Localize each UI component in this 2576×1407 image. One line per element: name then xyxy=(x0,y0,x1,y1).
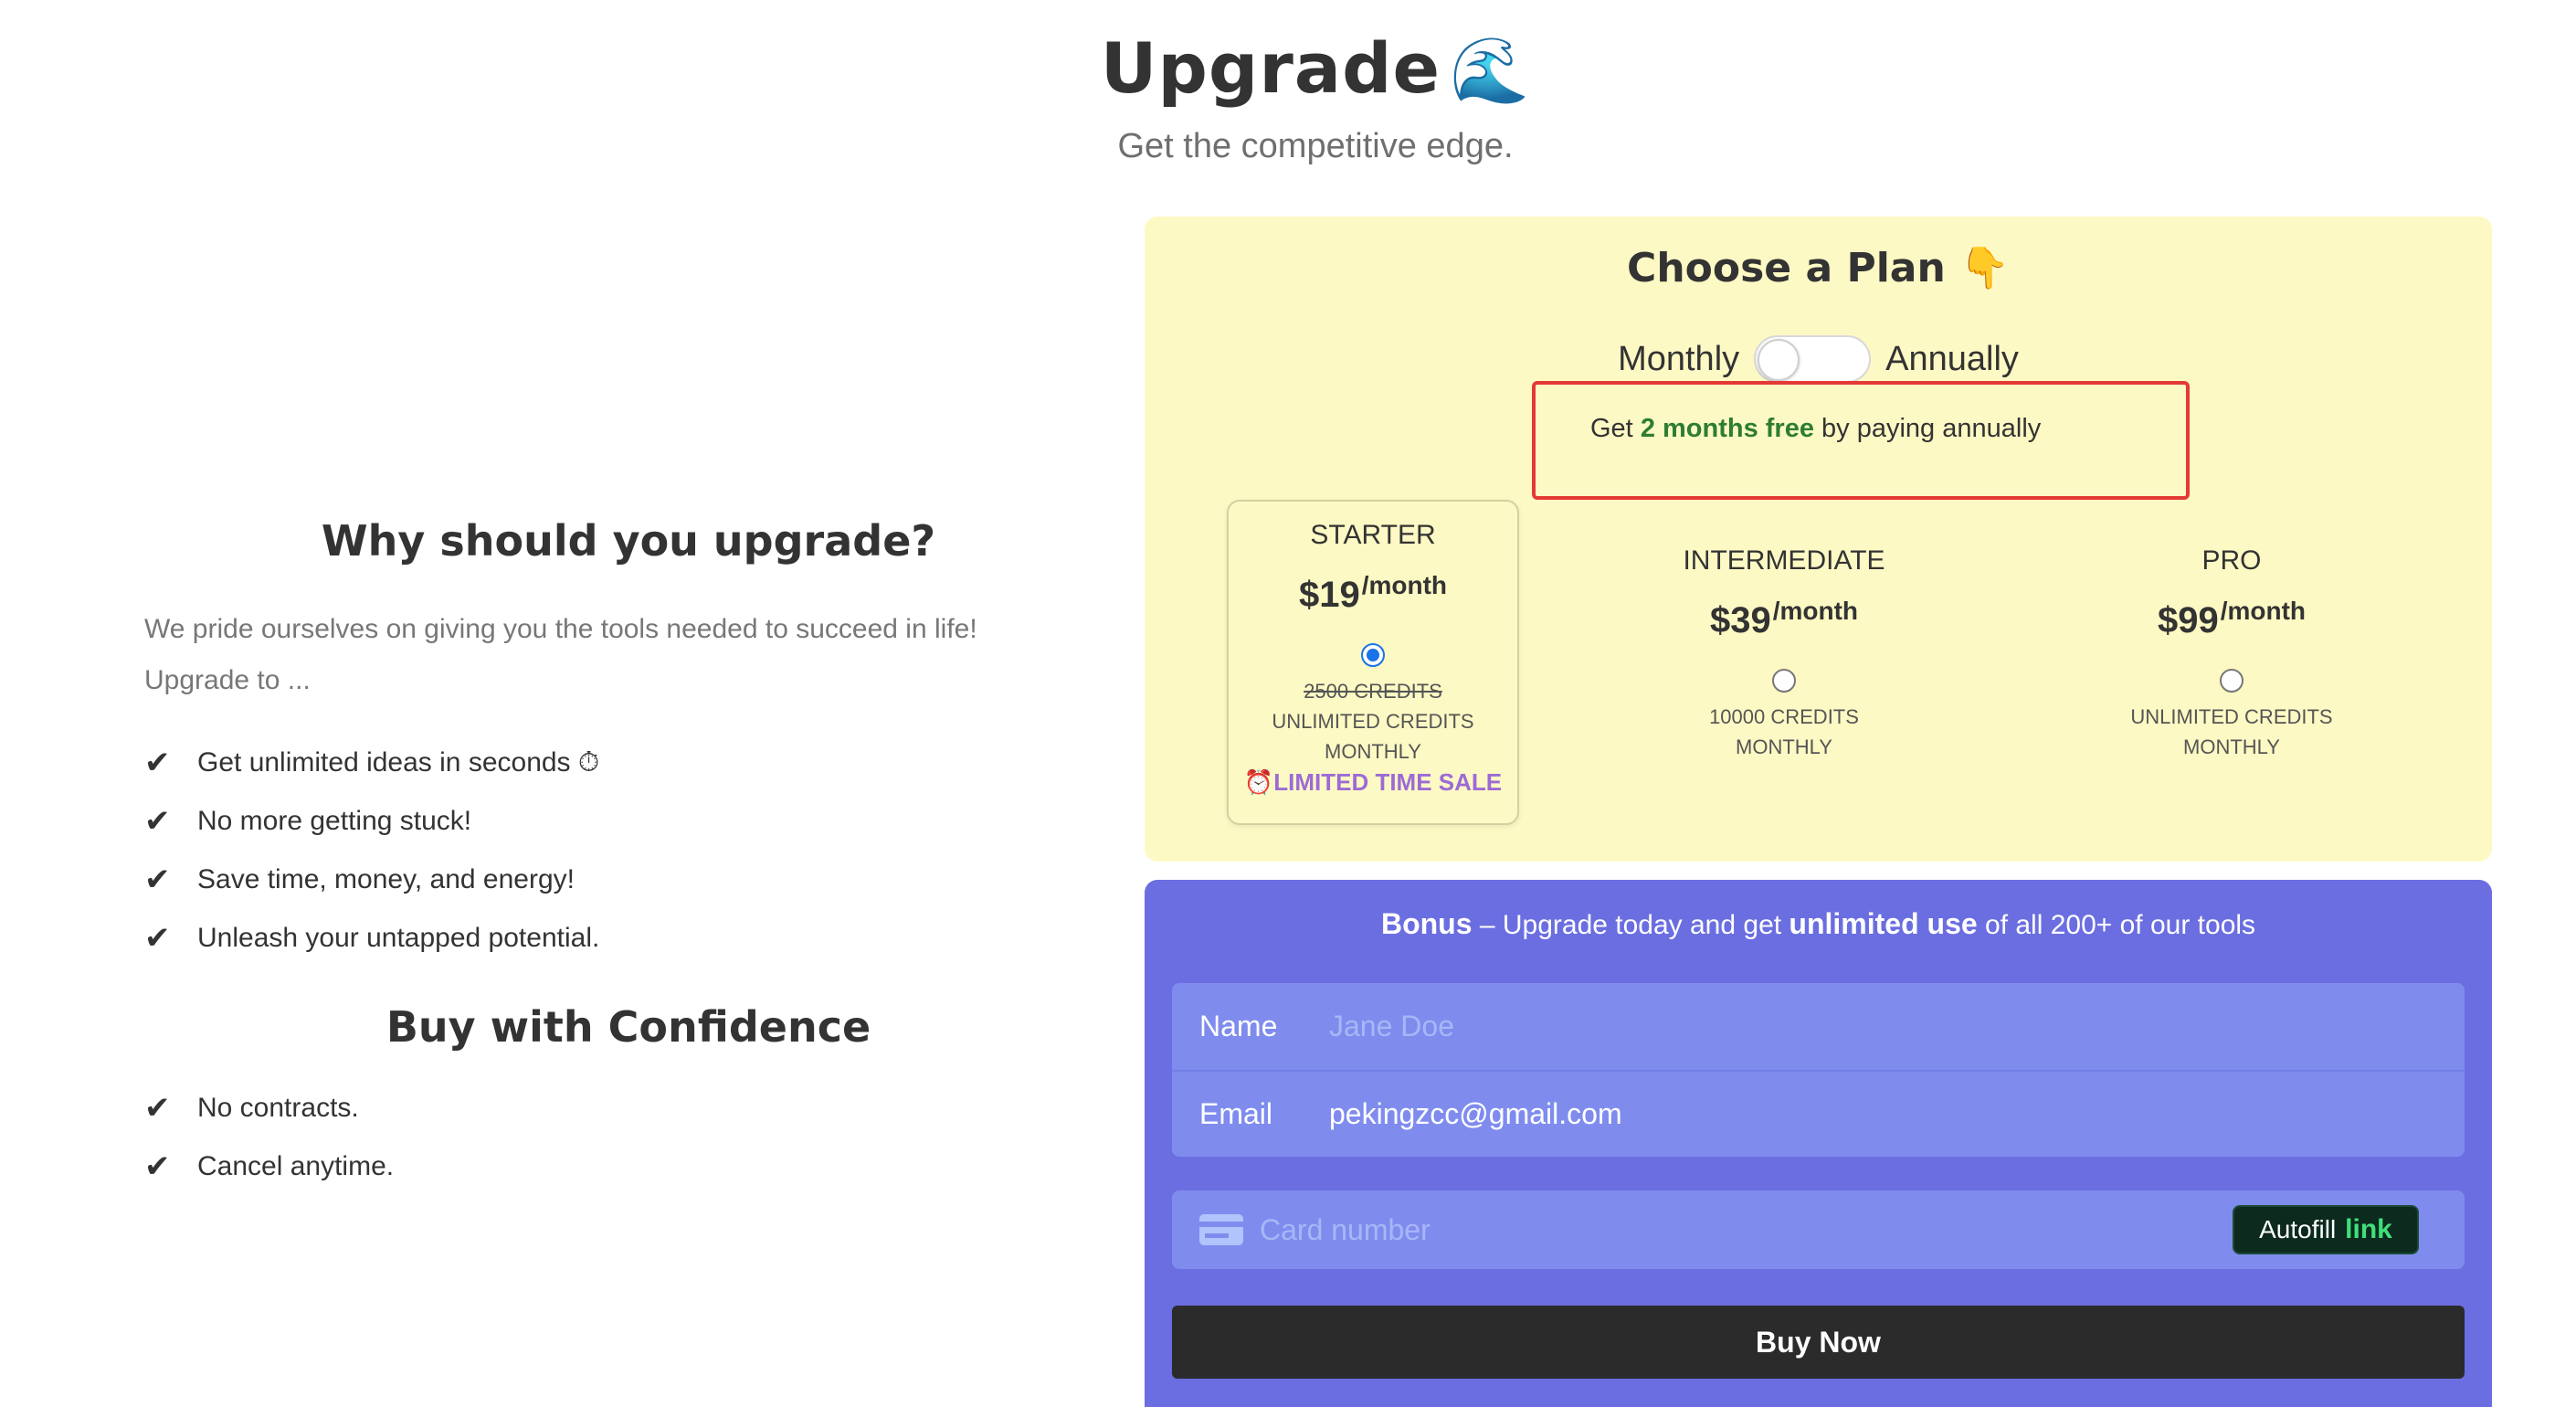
credits-frequency: MONTHLY xyxy=(1325,740,1421,763)
email-input[interactable]: pekingzcc@gmail.com xyxy=(1329,1097,1622,1131)
credits-frequency: MONTHLY xyxy=(2183,735,2280,758)
benefit-text: Unleash your untapped potential. xyxy=(197,923,600,953)
check-icon: ✔ xyxy=(144,1091,171,1126)
annually-label[interactable]: Annually xyxy=(1885,340,2019,379)
checkout-panel: Bonus – Upgrade today and get unlimited … xyxy=(1145,880,2492,1407)
why-intro: We pride ourselves on giving you the too… xyxy=(144,614,977,644)
credit-card-icon xyxy=(1199,1214,1243,1245)
billing-period-toggle[interactable] xyxy=(1754,335,1872,383)
credits-frequency: MONTHLY xyxy=(1736,735,1832,758)
upgrade-to-text: Upgrade to ... xyxy=(144,665,311,695)
page-title: Upgrade 🌊 xyxy=(0,27,2576,109)
list-item: ✔ Cancel anytime. xyxy=(144,1137,1113,1196)
credits-amount: UNLIMITED CREDITS xyxy=(1272,710,1474,733)
name-input[interactable]: Jane Doe xyxy=(1329,1010,1454,1043)
check-icon: ✔ xyxy=(144,804,171,839)
price-amount: $39 xyxy=(1709,600,1771,640)
benefit-text: No more getting stuck! xyxy=(197,806,472,836)
price-period: /month xyxy=(1361,571,1448,599)
plan-credits: 2500 CREDITS UNLIMITED CREDITS MONTHLY xyxy=(1229,676,1517,767)
plan-price: $39/month xyxy=(1647,597,1921,641)
plan-name: INTERMEDIATE xyxy=(1683,545,1885,576)
autofill-link-button[interactable]: Autofill link xyxy=(2233,1205,2419,1254)
old-credits: 2500 CREDITS xyxy=(1304,680,1442,703)
why-heading: Why should you upgrade? xyxy=(321,516,936,566)
plan-options: STARTER $19/month 2500 CREDITS UNLIMITED… xyxy=(1227,500,2433,829)
confidence-text: Cancel anytime. xyxy=(197,1151,395,1181)
plan-name: STARTER xyxy=(1310,520,1436,550)
plan-radio-intermediate[interactable] xyxy=(1772,669,1796,693)
list-item: ✔ No more getting stuck! xyxy=(144,792,1113,851)
check-icon: ✔ xyxy=(144,862,171,897)
promo-prefix: Get xyxy=(1590,414,1641,443)
benefit-text: Save time, money, and energy! xyxy=(197,864,575,894)
monthly-label[interactable]: Monthly xyxy=(1618,340,1739,379)
plan-card-intermediate[interactable]: INTERMEDIATE $39/month 10000 CREDITS MON… xyxy=(1647,525,1921,762)
check-icon: ✔ xyxy=(144,921,171,956)
plan-radio-pro[interactable] xyxy=(2220,669,2243,693)
list-item: ✔ Unleash your untapped potential. xyxy=(144,909,1113,968)
why-section: Why should you upgrade? We pride ourselv… xyxy=(144,516,1113,1196)
bonus-text: – Upgrade today and get xyxy=(1472,910,1789,940)
card-number-input[interactable]: Card number xyxy=(1260,1213,1431,1247)
confidence-list: ✔ No contracts. ✔ Cancel anytime. xyxy=(144,1079,1113,1196)
toggle-knob xyxy=(1758,339,1800,381)
plan-card-pro[interactable]: PRO $99/month UNLIMITED CREDITS MONTHLY xyxy=(2095,525,2369,762)
wave-icon: 🌊 xyxy=(1450,33,1531,108)
buy-now-button[interactable]: Buy Now xyxy=(1172,1306,2465,1379)
contact-fields: Name Jane Doe Email pekingzcc@gmail.com xyxy=(1172,983,2465,1157)
email-label: Email xyxy=(1199,1097,1273,1130)
autofill-label: Autofill xyxy=(2259,1215,2337,1243)
link-logo: link xyxy=(2345,1214,2392,1244)
page-title-text: Upgrade xyxy=(1100,27,1441,109)
price-period: /month xyxy=(2220,597,2307,625)
list-item: ✔ Save time, money, and energy! xyxy=(144,851,1113,909)
plan-panel: Choose a Plan 👇 Monthly Annually Get 2 m… xyxy=(1145,217,2492,862)
price-amount: $99 xyxy=(2157,600,2219,640)
bonus-label: Bonus xyxy=(1380,907,1473,940)
email-field[interactable]: Email pekingzcc@gmail.com xyxy=(1172,1070,2465,1157)
credits-amount: 10000 CREDITS xyxy=(1709,705,1859,728)
plan-price: $99/month xyxy=(2095,597,2369,641)
card-number-field[interactable]: Card number Autofill link xyxy=(1172,1190,2465,1269)
benefit-text: Get unlimited ideas in seconds ⏱ xyxy=(197,747,600,778)
plan-credits: UNLIMITED CREDITS MONTHLY xyxy=(2095,702,2369,762)
check-icon: ✔ xyxy=(144,1149,171,1184)
promo-suffix: by paying annually xyxy=(1813,414,2042,443)
list-item: ✔ Get unlimited ideas in seconds ⏱ xyxy=(144,734,1113,792)
bonus-banner: Bonus – Upgrade today and get unlimited … xyxy=(1145,907,2492,941)
price-period: /month xyxy=(1772,597,1859,625)
bonus-text-end: of all 200+ of our tools xyxy=(1977,910,2256,940)
plan-price: $19/month xyxy=(1229,571,1517,616)
promo-highlight: 2 months free xyxy=(1640,414,1814,443)
credits-amount: UNLIMITED CREDITS xyxy=(2130,705,2333,728)
plan-credits: 10000 CREDITS MONTHLY xyxy=(1647,702,1921,762)
annual-promo-text: Get 2 months free by paying annually xyxy=(1590,414,2041,444)
plan-name: PRO xyxy=(2201,545,2262,576)
upgrade-page: Upgrade 🌊 Get the competitive edge. Why s… xyxy=(0,0,2576,1407)
plan-radio-starter[interactable] xyxy=(1361,643,1385,667)
benefits-list: ✔ Get unlimited ideas in seconds ⏱ ✔ No mo… xyxy=(144,734,1113,968)
annual-promo-highlight: Get 2 months free by paying annually xyxy=(1532,381,2190,500)
confidence-heading: Buy with Confidence xyxy=(385,1002,871,1052)
check-icon: ✔ xyxy=(144,746,171,780)
plan-card-starter[interactable]: STARTER $19/month 2500 CREDITS UNLIMITED… xyxy=(1227,500,1519,825)
limited-sale-badge: ⏰LIMITED TIME SALE xyxy=(1243,768,1503,796)
page-subtitle: Get the competitive edge. xyxy=(1117,127,1514,165)
page-header: Upgrade 🌊 Get the competitive edge. xyxy=(0,27,2576,166)
name-field[interactable]: Name Jane Doe xyxy=(1172,983,2465,1070)
name-label: Name xyxy=(1199,1010,1278,1042)
bonus-unlimited: unlimited use xyxy=(1789,907,1978,940)
plan-panel-title: Choose a Plan 👇 xyxy=(1627,245,2010,291)
billing-toggle-row: Monthly Annually xyxy=(1145,335,2492,383)
price-amount: $19 xyxy=(1298,575,1360,615)
confidence-text: No contracts. xyxy=(197,1093,359,1123)
list-item: ✔ No contracts. xyxy=(144,1079,1113,1137)
